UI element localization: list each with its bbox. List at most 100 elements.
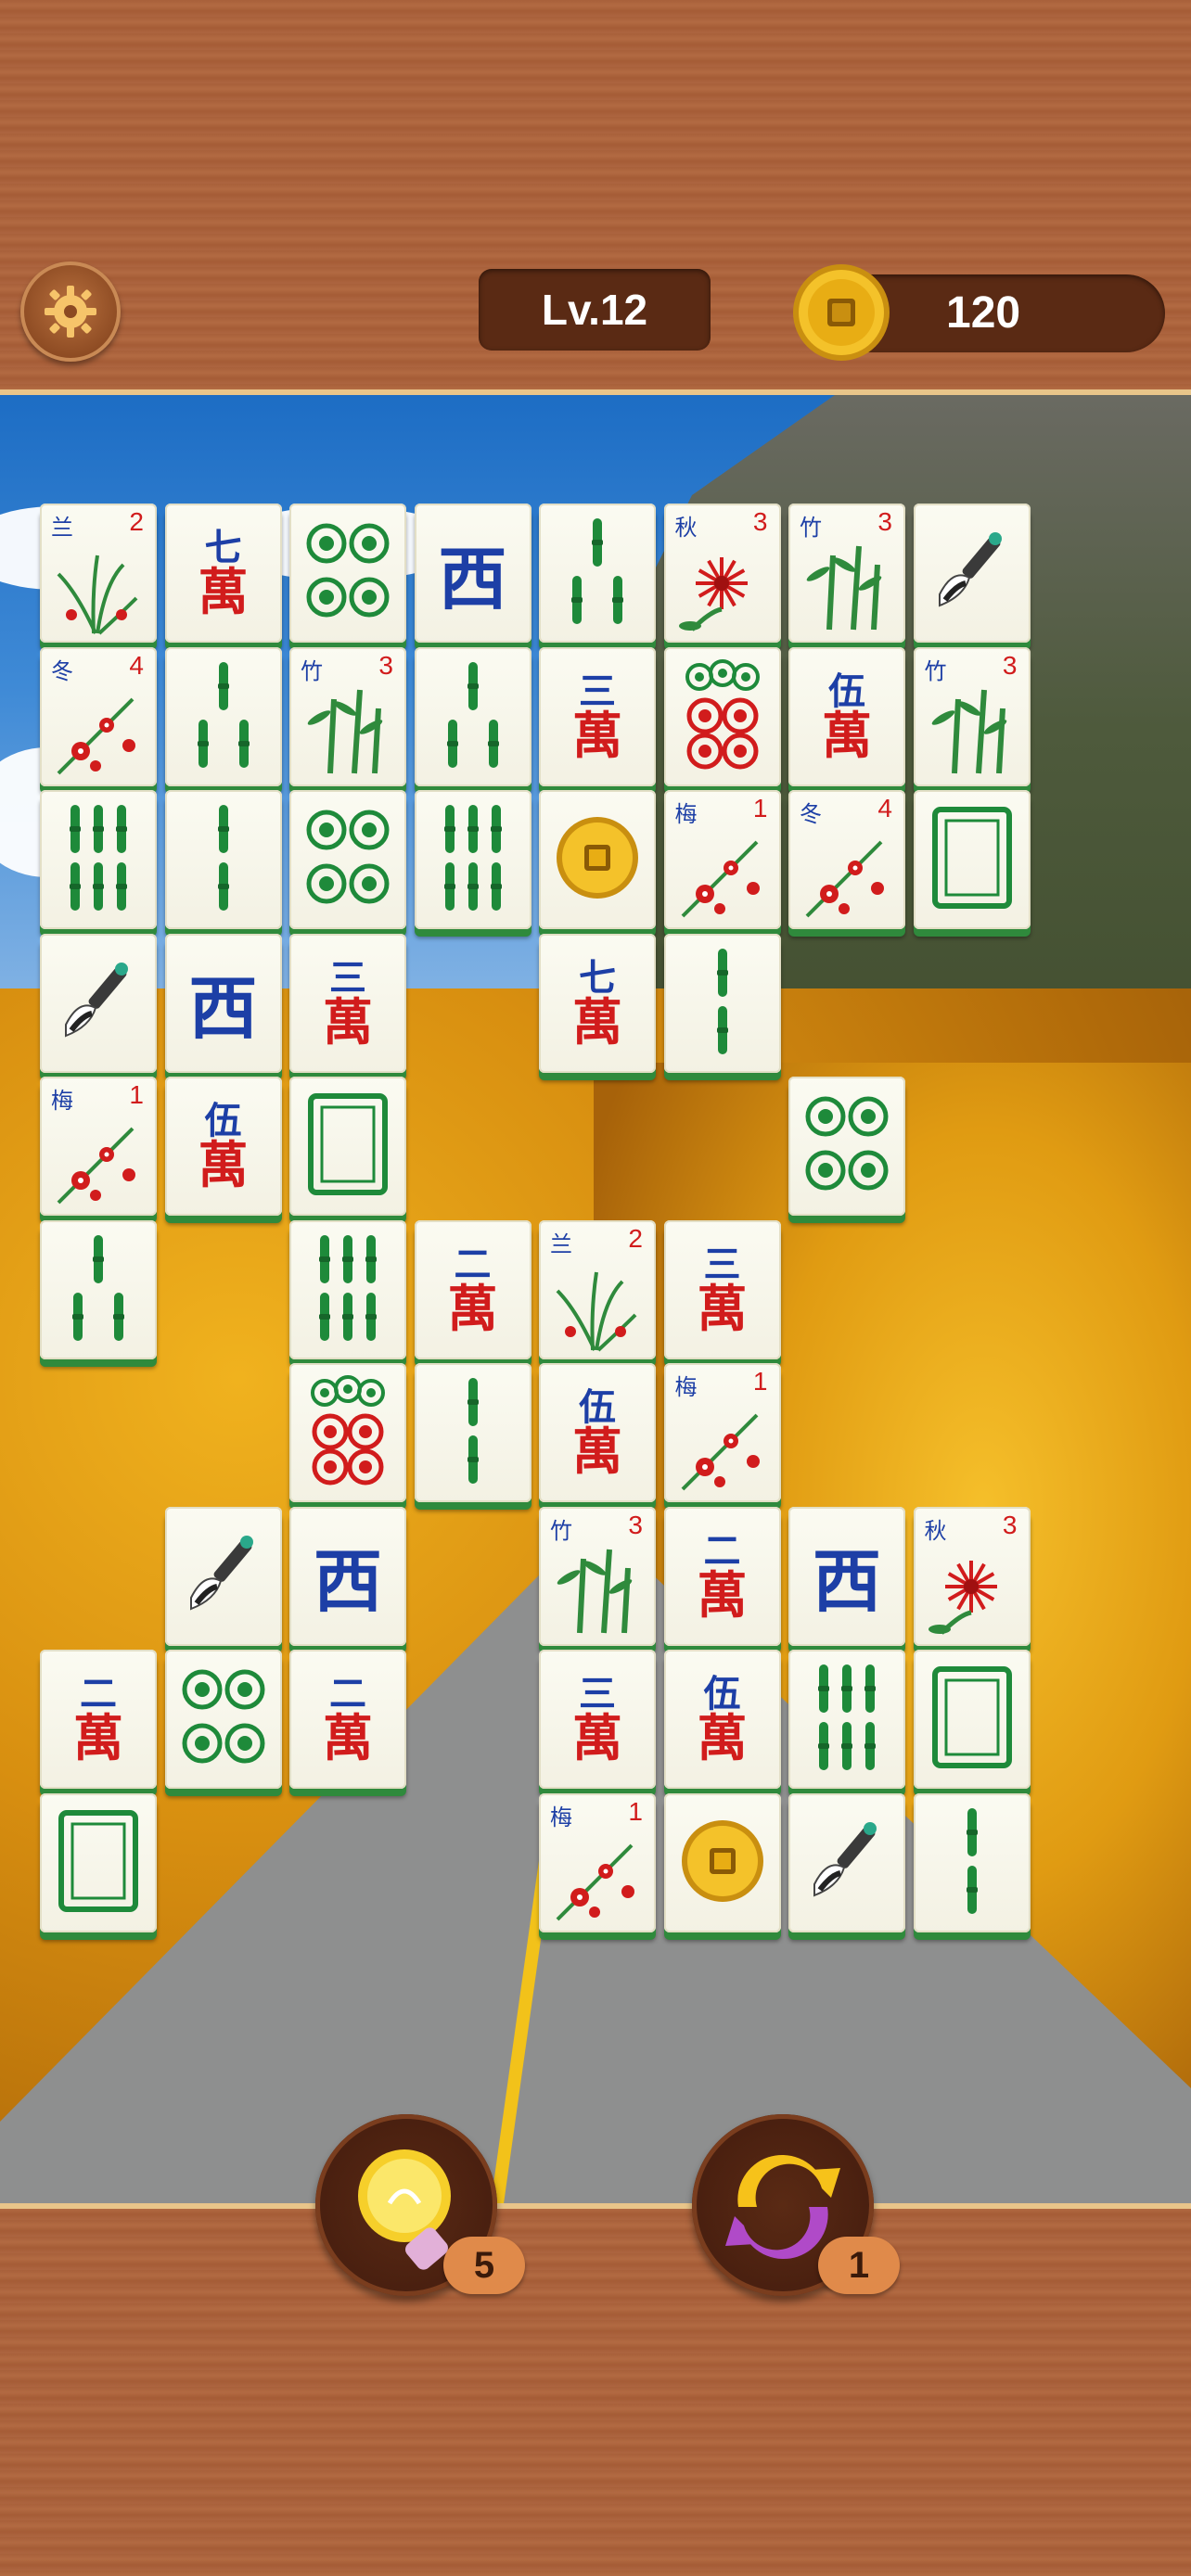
mahjong-tile[interactable]: 二萬: [40, 1650, 157, 1789]
tile-number: 三: [579, 1672, 616, 1715]
mahjong-tile[interactable]: 梅1: [663, 790, 781, 929]
mahjong-tile[interactable]: [414, 790, 531, 929]
character-tile-face: 伍萬: [198, 1103, 249, 1194]
mahjong-tile[interactable]: 伍萬: [788, 646, 905, 786]
mahjong-tile[interactable]: [663, 1792, 781, 1932]
mahjong-tile[interactable]: [663, 933, 781, 1073]
flower-tile-face: 秋3: [664, 504, 781, 643]
mahjong-tile[interactable]: [539, 790, 656, 929]
white-dragon-icon: [926, 802, 1018, 917]
character-tile-face: 二萬: [73, 1672, 123, 1764]
mahjong-tile[interactable]: 七萬: [164, 504, 282, 643]
hint-button[interactable]: 5: [315, 2114, 525, 2296]
mahjong-tile[interactable]: 西: [289, 1506, 406, 1646]
flower-tile-number: 3: [877, 507, 892, 536]
mahjong-tile[interactable]: 伍萬: [663, 1650, 781, 1789]
hint-count-badge: 5: [443, 2237, 525, 2294]
flower-tile-number: 2: [628, 1223, 643, 1253]
shuffle-button[interactable]: 1: [692, 2114, 900, 2296]
coin-icon: [678, 1817, 767, 1909]
mahjong-tile[interactable]: [164, 1506, 282, 1646]
settings-button[interactable]: [20, 261, 121, 362]
shuffle-count: 1: [848, 2244, 870, 2286]
tile-number: 三: [703, 1242, 741, 1286]
mahjong-tile[interactable]: [414, 646, 531, 786]
mahjong-tile[interactable]: 二萬: [663, 1506, 781, 1646]
mahjong-tile[interactable]: 竹3: [913, 646, 1031, 786]
flower-tile-face: 竹3: [289, 647, 406, 786]
mahjong-tile[interactable]: [289, 1219, 406, 1359]
mahjong-tile[interactable]: 梅1: [539, 1792, 656, 1932]
mahjong-tile[interactable]: [164, 790, 282, 929]
mahjong-tile[interactable]: [289, 1077, 406, 1216]
mahjong-tile[interactable]: 三萬: [539, 1650, 656, 1789]
mahjong-tile[interactable]: [40, 1219, 157, 1359]
mahjong-tile[interactable]: 兰2: [539, 1219, 656, 1359]
mahjong-tile[interactable]: 西: [414, 504, 531, 643]
mahjong-tile[interactable]: [913, 1650, 1031, 1789]
mahjong-tile[interactable]: 伍萬: [539, 1363, 656, 1502]
mahjong-tile[interactable]: [40, 790, 157, 929]
mahjong-tile[interactable]: [539, 504, 656, 643]
mahjong-tile[interactable]: 二萬: [289, 1650, 406, 1789]
mahjong-tile[interactable]: 西: [788, 1506, 905, 1646]
mahjong-tile[interactable]: 梅1: [40, 1077, 157, 1216]
mahjong-tile[interactable]: 七萬: [539, 933, 656, 1073]
mahjong-tile[interactable]: [289, 790, 406, 929]
mahjong-tile[interactable]: 冬4: [40, 646, 157, 786]
mahjong-tile[interactable]: [40, 1792, 157, 1932]
mahjong-tile[interactable]: [913, 504, 1031, 643]
level-label: Lv.12: [479, 269, 711, 351]
brush-icon: [47, 950, 149, 1056]
mahjong-tile[interactable]: 三萬: [539, 646, 656, 786]
mahjong-tile[interactable]: [40, 933, 157, 1073]
tile-number: 伍: [828, 669, 865, 713]
mahjong-tile[interactable]: [788, 1077, 905, 1216]
bamboo-icon: [914, 681, 1031, 783]
mahjong-tile[interactable]: 秋3: [913, 1506, 1031, 1646]
mahjong-tile[interactable]: 西: [164, 933, 282, 1073]
mahjong-tile[interactable]: 竹3: [539, 1506, 656, 1646]
mahjong-tile[interactable]: 三萬: [289, 933, 406, 1073]
mahjong-tile[interactable]: 竹3: [289, 646, 406, 786]
chrysanthemum-icon: [914, 1540, 1031, 1642]
tile-character: 萬: [572, 1708, 622, 1767]
bamboo-icon: [47, 1228, 149, 1352]
tile-number: 二: [80, 1672, 117, 1715]
mahjong-tile[interactable]: [913, 790, 1031, 929]
mahjong-tile[interactable]: 秋3: [663, 504, 781, 643]
mahjong-tile[interactable]: [164, 1650, 282, 1789]
mahjong-tile[interactable]: [788, 1650, 905, 1789]
mahjong-tile[interactable]: [289, 504, 406, 643]
mahjong-tile[interactable]: [663, 646, 781, 786]
mahjong-tile[interactable]: 伍萬: [164, 1077, 282, 1216]
character-tile-face: 三萬: [572, 672, 622, 760]
flower-tile-face: 冬4: [788, 790, 905, 929]
circles-icon: [672, 655, 774, 779]
top-bar: Lv.12 120: [0, 0, 1191, 389]
flower-tile-face: 梅1: [539, 1793, 656, 1932]
flower-tile-number: 1: [628, 1796, 643, 1826]
coin-icon: [553, 813, 642, 906]
mahjong-tile[interactable]: 兰2: [40, 504, 157, 643]
brush-icon: [173, 1524, 275, 1629]
mahjong-tile[interactable]: [913, 1792, 1031, 1932]
wind-tile-character: 西: [314, 1542, 382, 1622]
tile-character: 萬: [572, 991, 622, 1052]
mahjong-tile[interactable]: 冬4: [788, 790, 905, 929]
tile-number: 三: [329, 955, 366, 1000]
mahjong-tile[interactable]: [414, 1363, 531, 1502]
mahjong-tile[interactable]: 二萬: [414, 1219, 531, 1359]
tile-number: 二: [329, 1672, 366, 1715]
mahjong-tile[interactable]: 三萬: [663, 1219, 781, 1359]
character-tile-face: 伍萬: [698, 1676, 748, 1764]
mahjong-tile[interactable]: [164, 646, 282, 786]
mahjong-tile[interactable]: 竹3: [788, 504, 905, 643]
tile-character: 萬: [198, 1135, 249, 1194]
mahjong-tile[interactable]: [788, 1792, 905, 1932]
flower-tile-face: 兰2: [539, 1220, 656, 1359]
bamboo-icon: [173, 655, 275, 779]
flower-tile-face: 冬4: [40, 647, 157, 786]
mahjong-tile[interactable]: 梅1: [663, 1363, 781, 1502]
mahjong-tile[interactable]: [289, 1363, 406, 1502]
